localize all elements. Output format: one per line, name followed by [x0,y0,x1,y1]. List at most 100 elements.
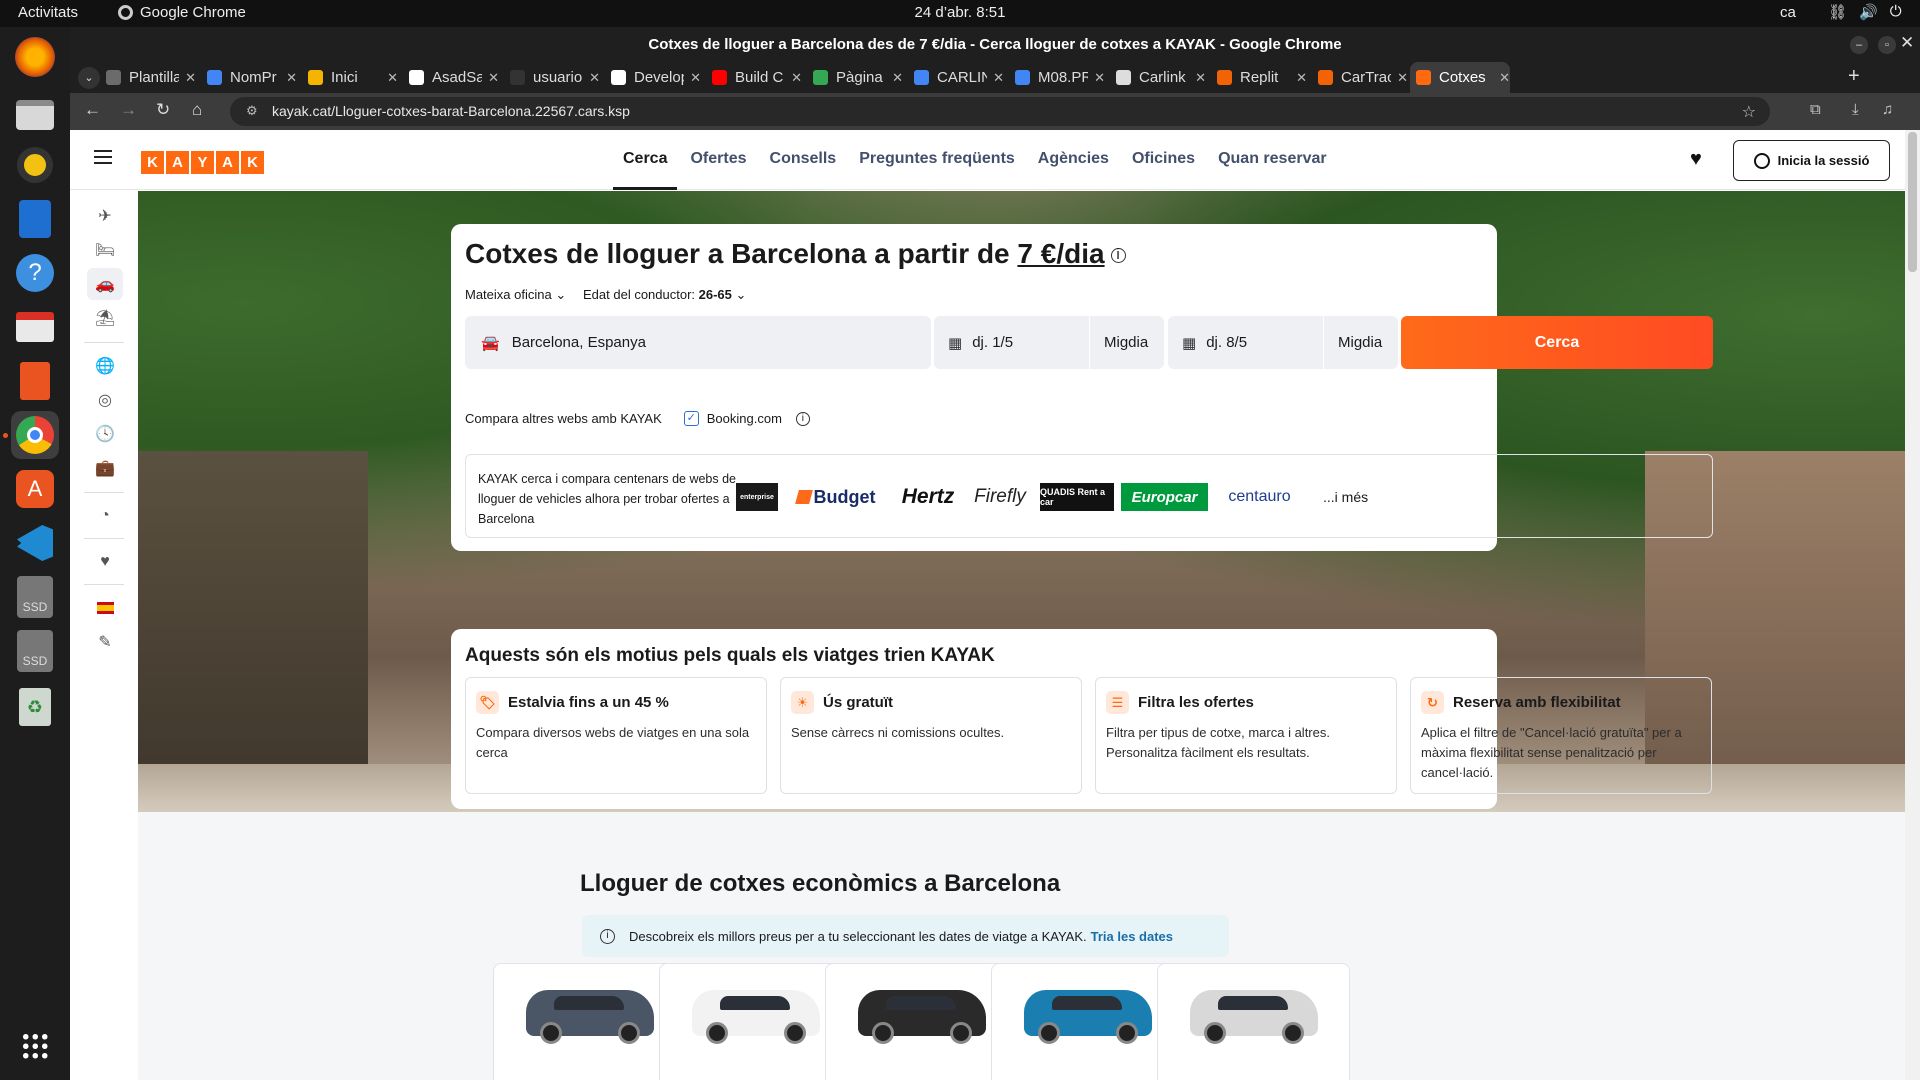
app-menu[interactable]: Google Chrome [118,4,246,21]
app-grid-icon[interactable] [11,1022,59,1070]
favorites-heart-icon[interactable]: ♥ [1690,148,1702,171]
browser-tab[interactable]: Build C ✕ [706,62,802,93]
stays-icon[interactable]: 🛏 [87,234,123,266]
files-icon[interactable] [11,91,59,139]
rhythmbox-icon[interactable] [11,141,59,189]
pickup-date-field[interactable]: ▦ dj. 1/5 Migdia [934,316,1164,369]
nav-link[interactable]: Consells [770,150,837,168]
media-control-icon[interactable]: ♫ [1882,101,1893,118]
nav-link[interactable]: Cerca [612,150,679,190]
input-language[interactable]: ca [1780,4,1796,21]
browser-tab[interactable]: CARLIN ✕ [908,62,1004,93]
software-icon[interactable]: A [11,465,59,513]
vscode-icon[interactable] [11,519,59,567]
kayak-logo[interactable]: KAYAK [141,151,264,174]
browser-tab[interactable]: Inici ✕ [302,62,398,93]
cars-icon[interactable]: 🚗 [87,268,123,300]
info-icon[interactable]: i [795,411,810,426]
help-icon[interactable]: ? [11,249,59,297]
nav-link[interactable]: Agències [1038,150,1109,168]
close-tab-icon[interactable]: ✕ [1397,70,1408,86]
pickup-location-field[interactable]: 🚘 Barcelona, Espanya [465,316,931,369]
car-card[interactable] [493,963,686,1080]
downloads-icon[interactable]: ⤓ [1852,101,1859,118]
deals-icon[interactable]: ◔ [87,500,123,532]
extensions-icon[interactable]: ⧉ [1810,101,1821,118]
browser-tab[interactable]: Carlink ✕ [1110,62,1206,93]
bookmark-star-icon[interactable]: ☆ [1742,102,1756,122]
activities-button[interactable]: Activitats [18,4,78,21]
close-tab-icon[interactable]: ✕ [993,70,1004,86]
logout-icon[interactable] [11,357,59,405]
close-window-button[interactable]: ✕ [1900,33,1914,53]
browser-tab[interactable]: Plantilla ✕ [100,62,196,93]
car-card[interactable] [1157,963,1350,1080]
driver-age-dropdown[interactable]: Edat del conductor: 26-65 ⌄ [583,287,746,303]
trips-target-icon[interactable]: ◎ [87,384,123,416]
browser-tab[interactable]: AsadSa ✕ [403,62,499,93]
nav-link[interactable]: Oficines [1132,150,1195,168]
close-tab-icon[interactable]: ✕ [286,70,297,86]
nav-link[interactable]: Quan reservar [1218,150,1327,168]
nav-link[interactable]: Preguntes freqüents [859,150,1015,168]
system-tray[interactable]: ⛓ 🔊 ⏻ [1828,3,1902,21]
spain-flag-icon[interactable] [87,592,123,624]
compare-checkbox[interactable]: ✓ [683,411,699,426]
dropoff-date-field[interactable]: ▦ dj. 8/5 Migdia [1168,316,1398,369]
ssd-drive-icon[interactable]: SSD [11,573,59,621]
close-tab-icon[interactable]: ✕ [488,70,499,86]
menu-icon[interactable] [94,150,112,168]
firefox-icon[interactable] [15,37,55,77]
choose-dates-link[interactable]: Tria les dates [1091,929,1173,944]
forward-button[interactable]: → [120,100,137,120]
new-tab-button[interactable]: + [1848,65,1860,88]
saved-heart-icon[interactable]: ♥ [87,546,123,578]
close-tab-icon[interactable]: ✕ [1094,70,1105,86]
browser-tab[interactable]: NomPr ✕ [201,62,297,93]
feedback-icon[interactable]: ✎ [87,626,123,658]
close-tab-icon[interactable]: ✕ [892,70,903,86]
reload-button[interactable]: ↻ [156,100,170,120]
scrollbar-thumb[interactable] [1908,132,1917,272]
close-tab-icon[interactable]: ✕ [1499,70,1510,86]
sign-in-button[interactable]: Inicia la sessió [1733,140,1890,181]
nav-link[interactable]: Ofertes [690,150,746,168]
business-briefcase-icon[interactable]: 💼 [87,452,123,484]
minimize-button[interactable]: – [1850,36,1868,54]
close-tab-icon[interactable]: ✕ [1195,70,1206,86]
ssd-drive-icon[interactable]: SSD [11,627,59,675]
site-info-icon[interactable]: ⚙ [246,103,258,119]
home-button[interactable]: ⌂ [192,100,202,120]
chrome-dock-icon[interactable] [11,411,59,459]
packages-icon[interactable]: ⛱ [87,302,123,334]
explore-globe-icon[interactable]: 🌐 [87,350,123,382]
best-time-clock-icon[interactable]: 🕓 [87,418,123,450]
car-card[interactable] [991,963,1184,1080]
browser-tab[interactable]: CarTrac ✕ [1312,62,1408,93]
maximize-button[interactable]: ▫ [1878,36,1896,54]
writer-icon[interactable] [11,195,59,243]
browser-tab[interactable]: usuario ✕ [504,62,600,93]
clock[interactable]: 24 d’abr. 8:51 [0,4,1920,21]
close-tab-icon[interactable]: ✕ [791,70,802,86]
close-tab-icon[interactable]: ✕ [387,70,398,86]
browser-tab[interactable]: Cotxes ✕ [1410,62,1510,93]
browser-tab[interactable]: Pàgina ✕ [807,62,903,93]
back-button[interactable]: ← [84,100,101,120]
browser-tab[interactable]: Develop ✕ [605,62,701,93]
office-dropdown[interactable]: Mateixa oficina ⌄ [465,287,566,303]
close-tab-icon[interactable]: ✕ [690,70,701,86]
page-scrollbar[interactable] [1905,130,1920,1080]
mail-icon[interactable] [11,303,59,351]
car-card[interactable] [659,963,852,1080]
close-tab-icon[interactable]: ✕ [1296,70,1307,86]
flights-icon[interactable]: ✈ [87,200,123,232]
browser-tab[interactable]: Replit ✕ [1211,62,1307,93]
tab-search-button[interactable]: ⌄ [78,67,100,89]
trash-icon[interactable]: ♻ [11,683,59,731]
dropoff-time[interactable]: Migdia [1338,334,1382,351]
info-icon[interactable]: i [1110,247,1126,264]
address-bar[interactable]: ⚙ kayak.cat/Lloguer-cotxes-barat-Barcelo… [230,97,1770,126]
pickup-time[interactable]: Migdia [1104,334,1148,351]
browser-tab[interactable]: M08.PR ✕ [1009,62,1105,93]
